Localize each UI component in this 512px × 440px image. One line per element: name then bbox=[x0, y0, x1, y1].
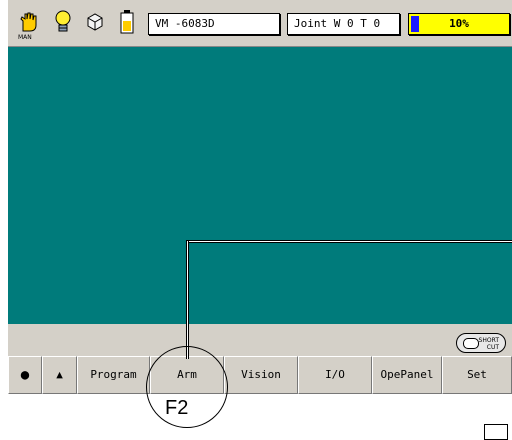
callout-line-horizontal bbox=[186, 240, 512, 243]
callout-label: F2 bbox=[165, 397, 189, 419]
corner-box bbox=[484, 424, 508, 440]
fkey-record[interactable]: ● bbox=[8, 356, 42, 394]
cube-icon[interactable] bbox=[82, 8, 108, 36]
function-key-bar: ● ▲ Program Arm Vision I/O OpePanel Set bbox=[8, 356, 512, 394]
speed-text: 10% bbox=[449, 17, 469, 30]
mode-label: MAN bbox=[18, 34, 32, 41]
hand-icon[interactable] bbox=[16, 8, 42, 36]
pendant-screen: MAN VM -6083D Joint W 0 T 0 10% SHORT CU… bbox=[8, 0, 512, 394]
main-display-area bbox=[8, 47, 512, 324]
shortcut-button[interactable]: SHORT CUT bbox=[456, 333, 506, 353]
callout-line-vertical bbox=[186, 241, 189, 359]
fkey-set[interactable]: Set bbox=[442, 356, 512, 394]
battery-icon[interactable] bbox=[114, 8, 140, 36]
fkey-io[interactable]: I/O bbox=[298, 356, 372, 394]
lightbulb-icon[interactable] bbox=[50, 8, 76, 36]
status-bar: MAN VM -6083D Joint W 0 T 0 10% bbox=[8, 0, 512, 47]
program-field[interactable]: VM -6083D bbox=[148, 13, 280, 35]
fkey-opepanel[interactable]: OpePanel bbox=[372, 356, 442, 394]
fkey-up[interactable]: ▲ bbox=[42, 356, 77, 394]
speed-indicator[interactable]: 10% bbox=[408, 13, 510, 35]
shortcut-icon bbox=[463, 338, 479, 349]
coordinate-field[interactable]: Joint W 0 T 0 bbox=[287, 13, 400, 35]
fkey-vision[interactable]: Vision bbox=[224, 356, 298, 394]
fkey-program[interactable]: Program bbox=[77, 356, 150, 394]
